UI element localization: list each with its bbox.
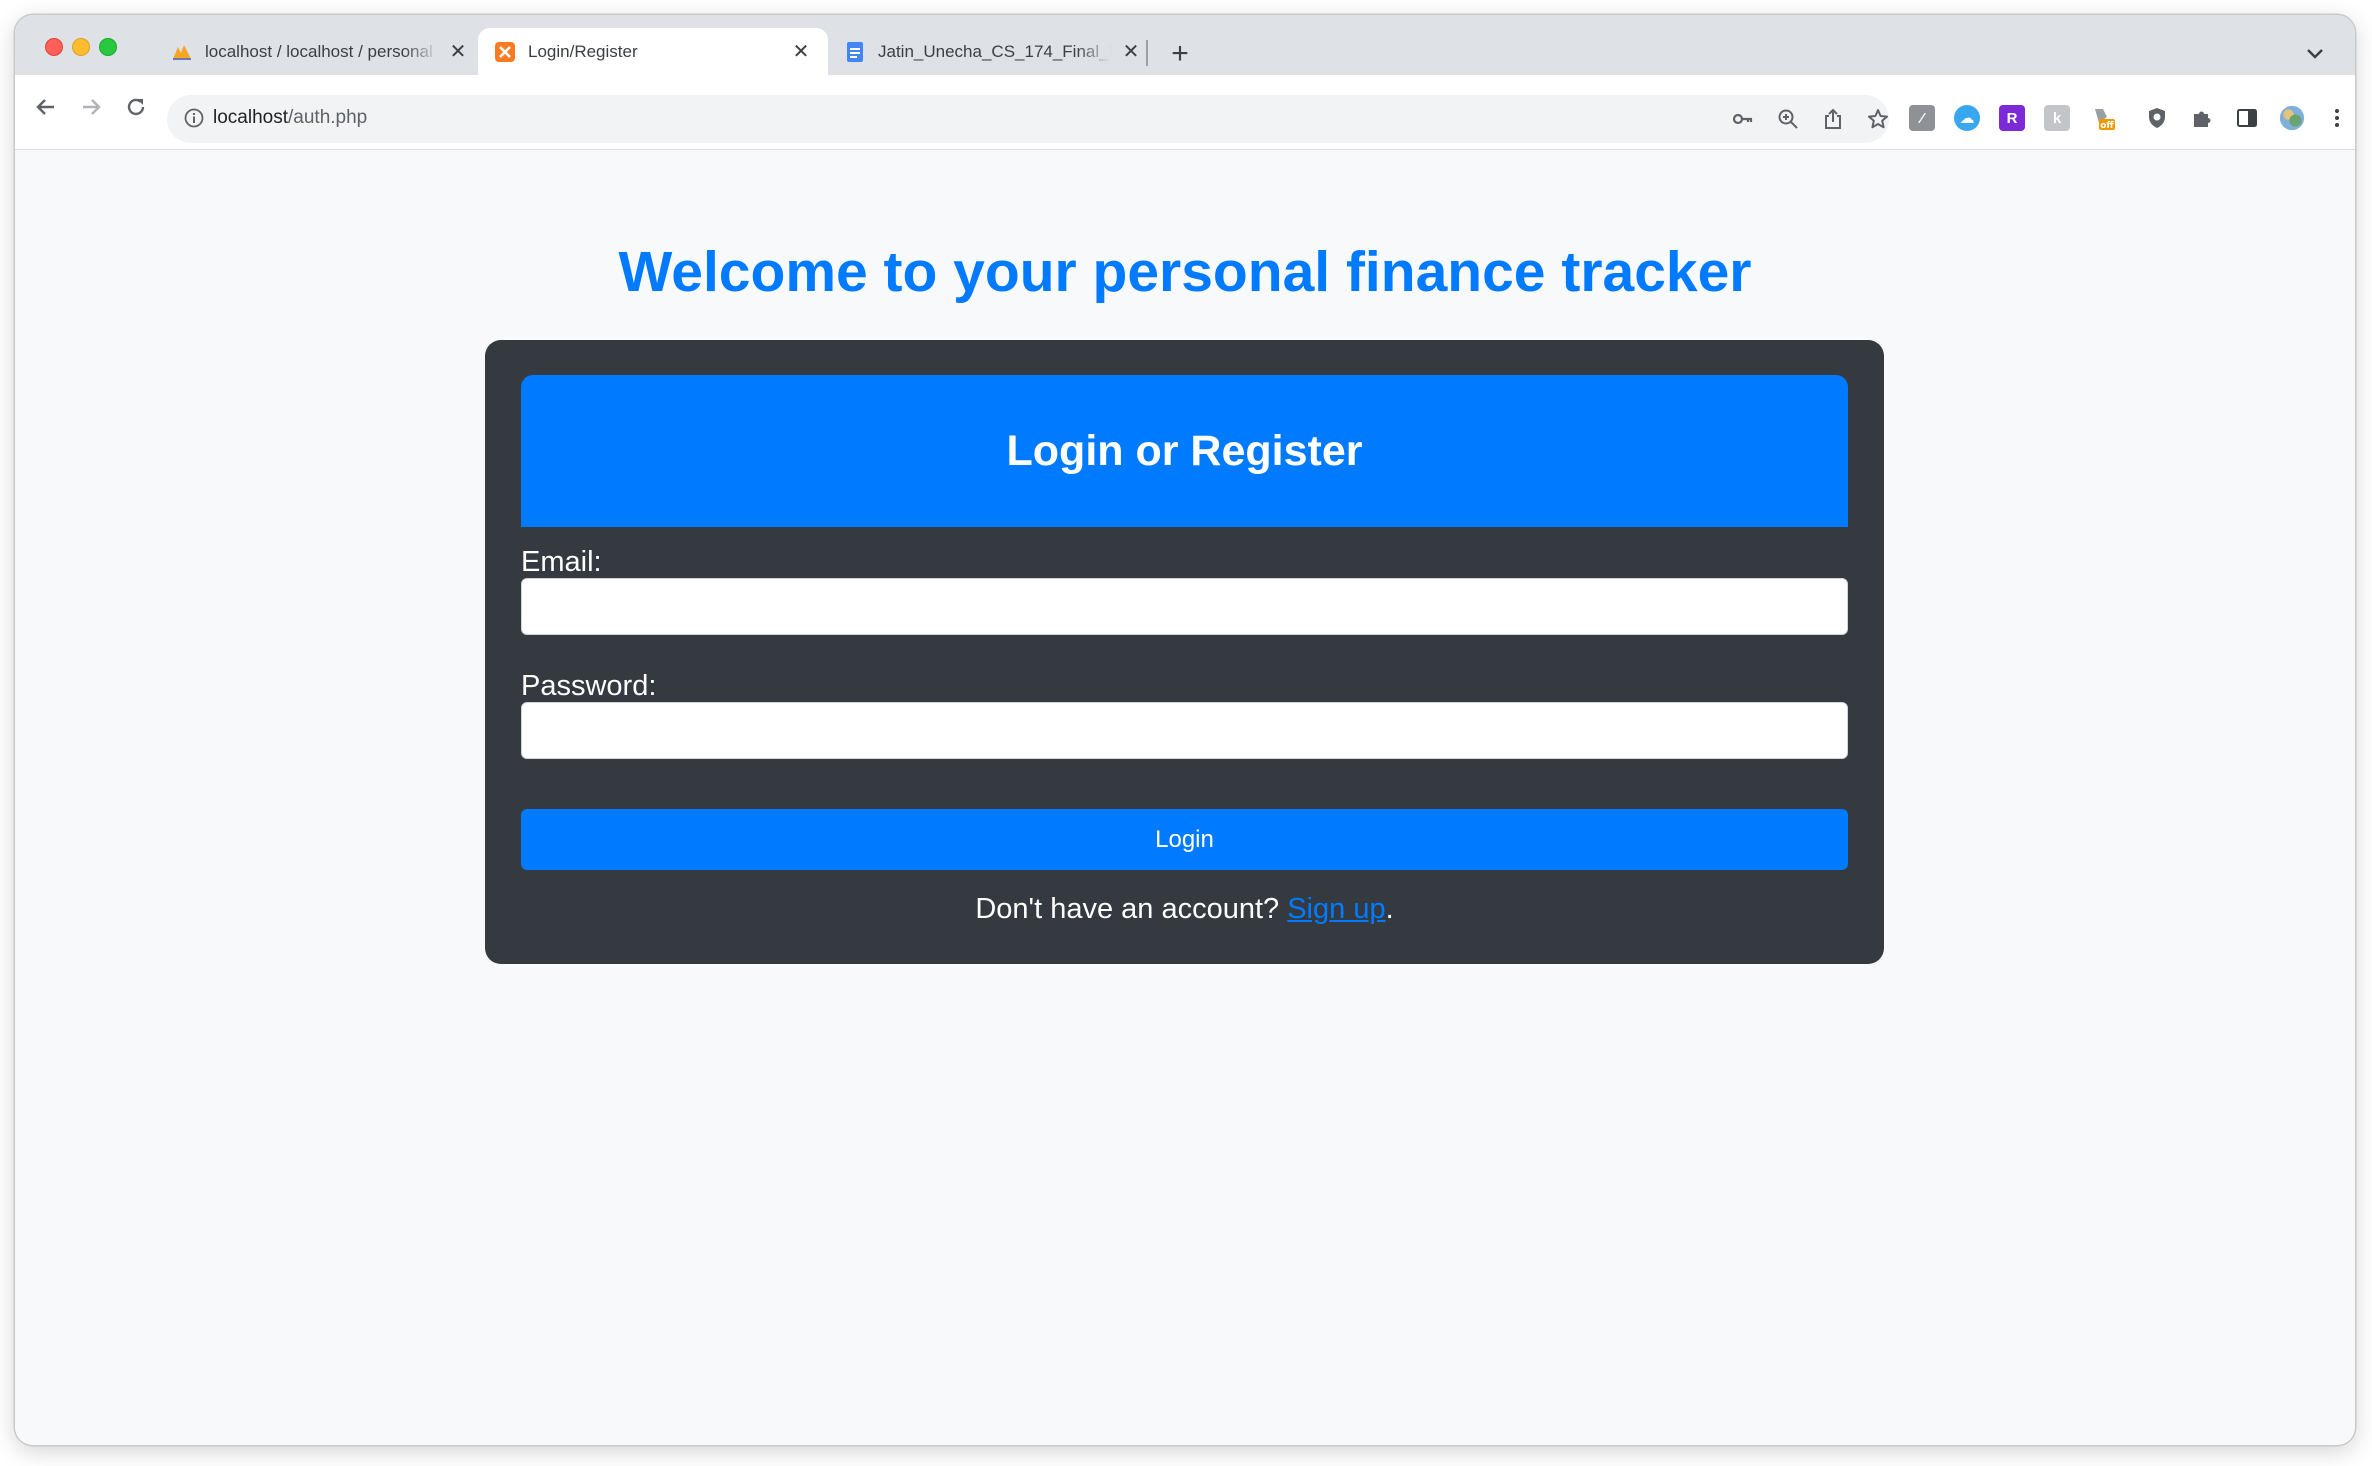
tab-label: Jatin_Unecha_CS_174_Final_Project	[878, 41, 1112, 61]
phpmyadmin-icon	[171, 41, 193, 63]
site-info-icon[interactable]	[183, 107, 205, 129]
extension-cloud-icon[interactable]: ☁	[1954, 105, 1980, 131]
extensions-puzzle-icon[interactable]	[2189, 105, 2215, 131]
signup-link[interactable]: Sign up	[1287, 893, 1385, 925]
extension-slash-icon[interactable]: ⁄	[1909, 105, 1935, 131]
page-content: Welcome to your personal finance tracker…	[15, 151, 2355, 1445]
zoom-icon[interactable]	[1776, 107, 1800, 131]
forward-arrow-icon[interactable]	[76, 92, 106, 122]
extension-off-icon[interactable]: off	[2089, 105, 2115, 131]
tab-google-doc[interactable]: Jatin_Unecha_CS_174_Final_Project ✕	[828, 28, 1158, 75]
tab-login-register[interactable]: Login/Register ✕	[478, 28, 828, 75]
password-field[interactable]	[521, 702, 1848, 759]
tab-phpmyadmin[interactable]: localhost / localhost / personal ✕	[155, 28, 485, 75]
svg-text:off: off	[2100, 121, 2114, 131]
tab-divider	[1146, 40, 1148, 66]
tab-label: Login/Register	[528, 41, 638, 61]
card-header: Login or Register	[521, 375, 1848, 527]
close-tab-icon[interactable]: ✕	[447, 41, 469, 63]
url-text: localhost/auth.php	[213, 107, 368, 128]
share-icon[interactable]	[1821, 107, 1845, 131]
tab-label: localhost / localhost / personal	[205, 41, 433, 61]
address-bar[interactable]: localhost/auth.php	[167, 95, 1889, 143]
bookmark-star-icon[interactable]	[1866, 107, 1890, 131]
login-button[interactable]: Login	[521, 809, 1848, 870]
more-menu-icon[interactable]	[2324, 105, 2350, 131]
extension-grey-icon[interactable]: k	[2044, 105, 2070, 131]
browser-toolbar: localhost/auth.php ⁄ ☁ R k off	[15, 75, 2355, 150]
profile-avatar[interactable]	[2279, 105, 2305, 131]
auth-card: Login or Register Email: Password: Login…	[485, 340, 1884, 964]
google-docs-icon	[844, 41, 866, 63]
close-window-button[interactable]	[45, 38, 63, 56]
maximize-window-button[interactable]	[99, 38, 117, 56]
browser-window: localhost / localhost / personal ✕ Login…	[15, 15, 2355, 1445]
signup-suffix: .	[1385, 893, 1394, 925]
reload-icon[interactable]	[121, 92, 151, 122]
email-label: Email:	[521, 546, 602, 578]
signup-prompt: Don't have an account? Sign up.	[485, 893, 1884, 926]
password-label: Password:	[521, 670, 657, 702]
extension-r-icon[interactable]: R	[1999, 105, 2025, 131]
page-title: Welcome to your personal finance tracker	[618, 240, 1752, 304]
tab-strip: localhost / localhost / personal ✕ Login…	[15, 15, 2355, 75]
shield-icon[interactable]	[2144, 105, 2170, 131]
side-panel-icon[interactable]	[2234, 105, 2260, 131]
close-tab-icon[interactable]: ✕	[1120, 41, 1142, 63]
tab-search-chevron-icon[interactable]	[2303, 41, 2327, 65]
close-tab-icon[interactable]: ✕	[790, 41, 812, 63]
key-icon[interactable]	[1731, 107, 1755, 131]
minimize-window-button[interactable]	[72, 38, 90, 56]
signup-prompt-text: Don't have an account?	[975, 893, 1280, 925]
new-tab-button[interactable]: +	[1165, 39, 1195, 69]
xampp-icon	[494, 41, 516, 63]
back-arrow-icon[interactable]	[31, 92, 61, 122]
email-field[interactable]	[521, 578, 1848, 635]
